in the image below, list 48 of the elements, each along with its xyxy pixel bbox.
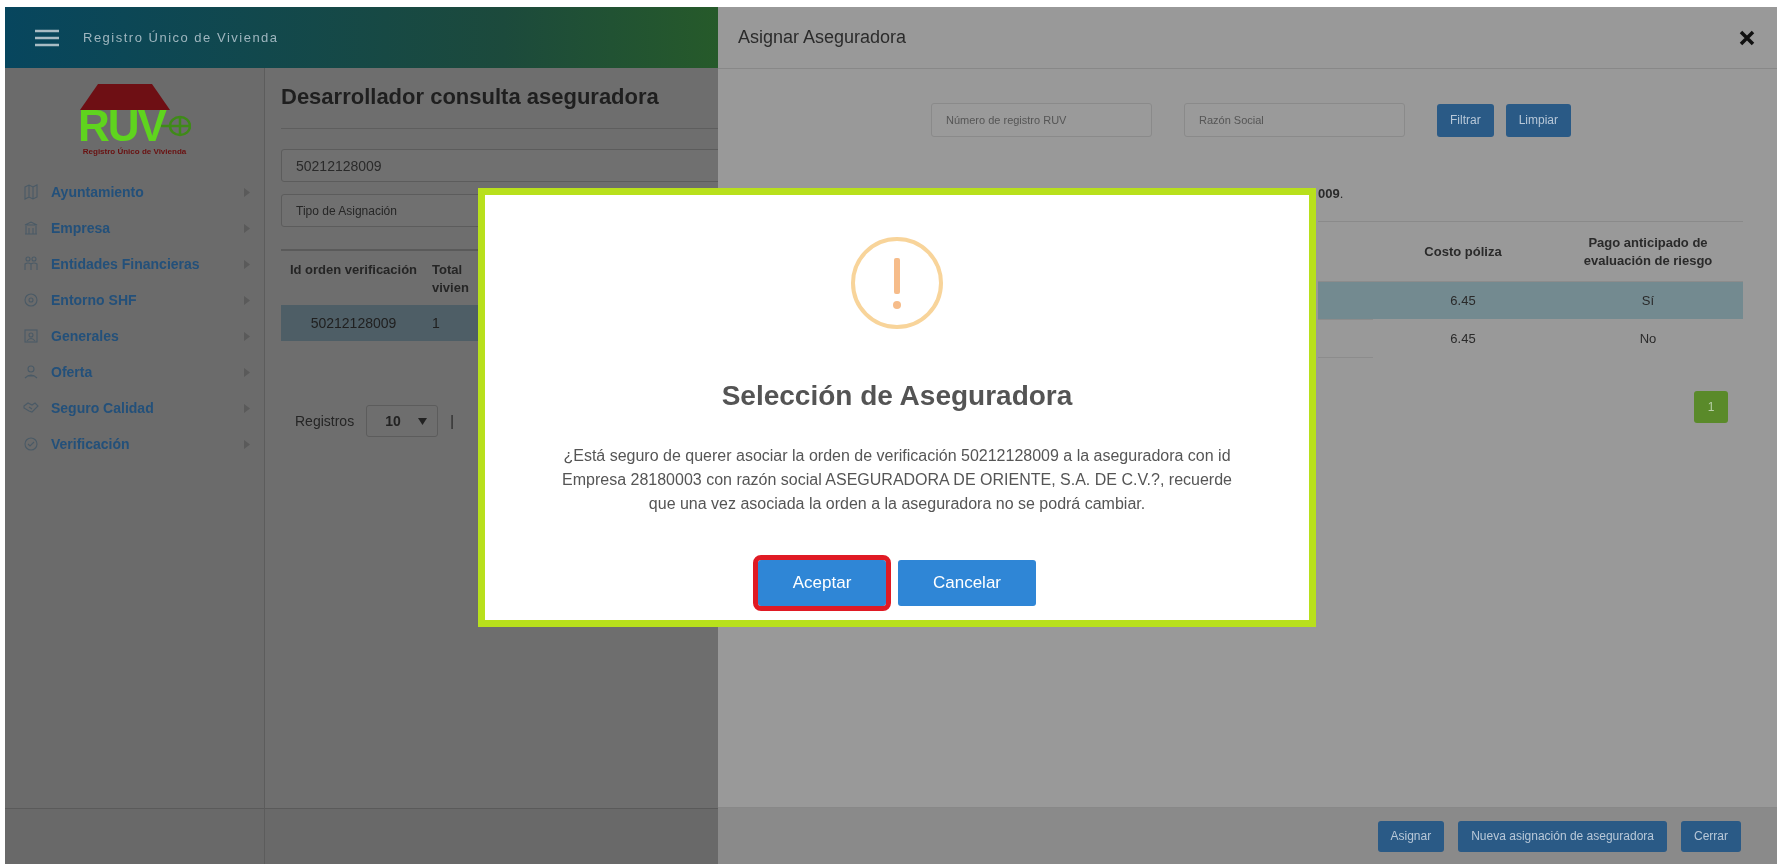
- info-text: 009.: [1318, 186, 1344, 201]
- column-header: Id orden verificación: [288, 261, 419, 279]
- house-roof-icon: [79, 84, 170, 110]
- filter-button[interactable]: Limpiar: [1505, 103, 1572, 137]
- filter-button[interactable]: Filtrar: [1437, 103, 1494, 137]
- sidebar-item[interactable]: Entidades Financieras: [5, 246, 264, 282]
- map-icon: [23, 184, 39, 200]
- table-cell: 6.45: [1373, 282, 1553, 319]
- target-icon: [23, 292, 39, 308]
- building-icon: [23, 220, 39, 236]
- column-header: Total vivien: [431, 261, 470, 297]
- sidebar-item[interactable]: Generales: [5, 318, 264, 354]
- footer-button[interactable]: Nueva asignación de aseguradora: [1458, 820, 1667, 852]
- filter-field[interactable]: Razón Social: [1184, 103, 1405, 137]
- person-icon: [23, 364, 39, 380]
- table-cell: Sí: [1553, 282, 1743, 319]
- table-cell: 50212128009: [281, 305, 426, 341]
- logo-text: RUV: [78, 106, 165, 146]
- check-circle-icon: [23, 436, 39, 452]
- sidebar-item[interactable]: Oferta: [5, 354, 264, 390]
- separator-text: |: [450, 413, 454, 429]
- caret-icon: [418, 417, 428, 425]
- dialog-message: ¿Está seguro de querer asociar la orden de verificación 50212128009 a la aseguradora con id Empresa 28180003 con razón social ASEGURADORA DE ORIENTE, S.A. DE C.V.?, recuerde que una vez asociada la orden a la aseguradora no se podrá cambiar.: [561, 446, 1233, 514]
- table-cell-text: 6.45: [1449, 330, 1477, 348]
- people-icon: [23, 256, 39, 272]
- table-cell-text: No: [1638, 330, 1658, 348]
- handshake-icon: [23, 400, 39, 416]
- search-field[interactable]: 50212128009: [281, 149, 718, 182]
- app-title: Registro Único de Vivienda: [83, 30, 279, 45]
- dialog-button[interactable]: Cancelar: [898, 560, 1036, 606]
- footer-button[interactable]: Asignar: [1377, 820, 1445, 852]
- logo-subtitle: Registro Único de Vivienda: [82, 147, 187, 156]
- page-size-select[interactable]: 10: [366, 405, 439, 437]
- sidebar-item[interactable]: Empresa: [5, 210, 264, 246]
- records-label: Registros: [295, 413, 355, 429]
- sidebar-item[interactable]: Seguro Calidad: [5, 390, 264, 426]
- contact-card-icon: [23, 328, 39, 344]
- footer-button[interactable]: Cerrar: [1681, 820, 1741, 852]
- sidebar-item[interactable]: Ayuntamiento: [5, 174, 264, 210]
- sidebar-item[interactable]: Entorno SHF: [5, 282, 264, 318]
- filter-field[interactable]: Número de registro RUV: [931, 103, 1152, 137]
- warning-icon: [850, 236, 944, 330]
- panel-title: Asignar Aseguradora: [738, 27, 907, 48]
- dialog-title: Selección de Aseguradora: [721, 380, 1073, 412]
- close-icon[interactable]: [1739, 29, 1755, 46]
- page-button[interactable]: 1: [1694, 391, 1728, 423]
- sidebar-item[interactable]: Verificación: [5, 426, 264, 462]
- menu-icon[interactable]: [35, 28, 59, 47]
